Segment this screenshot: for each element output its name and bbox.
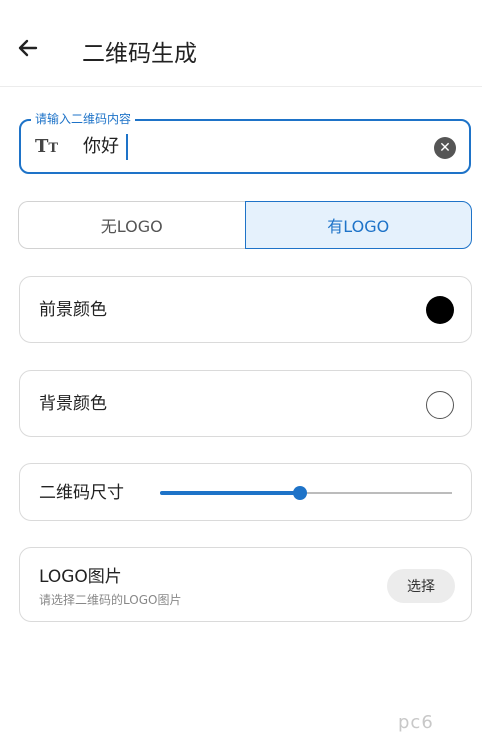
background-color-label: 背景颜色 xyxy=(39,394,107,414)
logo-image-row: LOGO图片 请选择二维码的LOGO图片 选择 xyxy=(19,547,472,622)
logo-image-title: LOGO图片 xyxy=(39,567,122,587)
app-bar: 二维码生成 xyxy=(0,0,482,87)
background-color-swatch[interactable] xyxy=(426,391,454,419)
logo-toggle: 无LOGO 有LOGO xyxy=(18,201,472,249)
text-caret xyxy=(126,134,128,160)
content-input[interactable]: 请输入二维码内容 TT 你好 ✕ xyxy=(19,111,471,174)
text-size-icon: TT xyxy=(35,136,59,157)
qr-size-row: 二维码尺寸 xyxy=(19,463,472,521)
foreground-color-swatch[interactable] xyxy=(426,296,454,324)
arrow-left-icon[interactable] xyxy=(14,34,42,62)
clear-circle-icon[interactable]: ✕ xyxy=(434,137,456,159)
foreground-color-label: 前景颜色 xyxy=(39,300,107,320)
slider-thumb[interactable] xyxy=(293,486,308,500)
with-logo-option[interactable]: 有LOGO xyxy=(244,201,472,249)
content-input-label: 请输入二维码内容 xyxy=(31,111,136,127)
qr-size-slider[interactable] xyxy=(160,486,452,500)
logo-image-subtitle: 请选择二维码的LOGO图片 xyxy=(39,593,182,607)
slider-fill xyxy=(160,491,301,495)
foreground-color-row[interactable]: 前景颜色 xyxy=(19,276,472,343)
qr-size-label: 二维码尺寸 xyxy=(39,483,124,503)
background-color-row[interactable]: 背景颜色 xyxy=(19,370,472,437)
choose-logo-button[interactable]: 选择 xyxy=(387,569,455,603)
page-title: 二维码生成 xyxy=(82,41,197,67)
content-input-value[interactable]: 你好 xyxy=(83,135,119,159)
watermark-logo: pc6 xyxy=(398,712,434,733)
no-logo-option[interactable]: 无LOGO xyxy=(18,201,245,249)
